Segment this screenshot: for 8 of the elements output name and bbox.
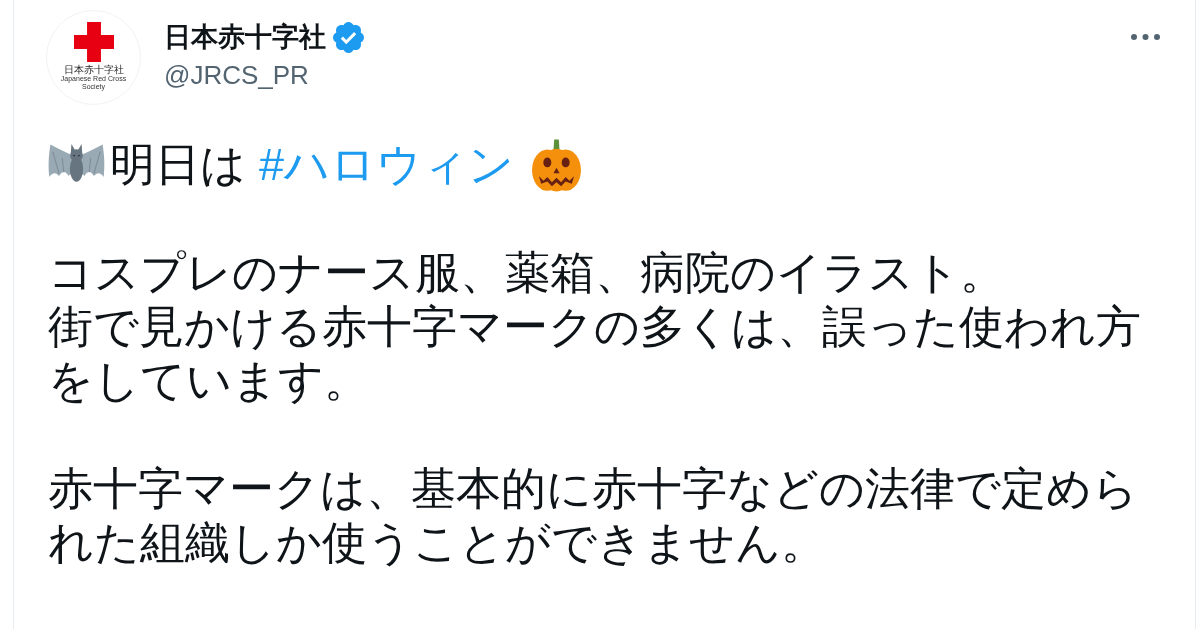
tweet-text: 明日は (110, 138, 246, 192)
more-icon (1131, 34, 1160, 40)
account-name[interactable]: 日本赤十字社 (164, 20, 326, 54)
account-handle[interactable]: @JRCS_PR (164, 59, 364, 91)
cross-icon (73, 22, 114, 62)
tweet-paragraph: 赤十字マークは、基本的に赤十字などの法律で定めら れた組織しか使うことができません。 (48, 462, 1138, 570)
logo-text: 日本赤十字社 (63, 64, 124, 75)
tweet-paragraph: コスプレのナース服、薬箱、病院のイラスト。 街で見かける赤十字マークの多くは、誤った使われ方 をしています。 (48, 246, 1141, 408)
